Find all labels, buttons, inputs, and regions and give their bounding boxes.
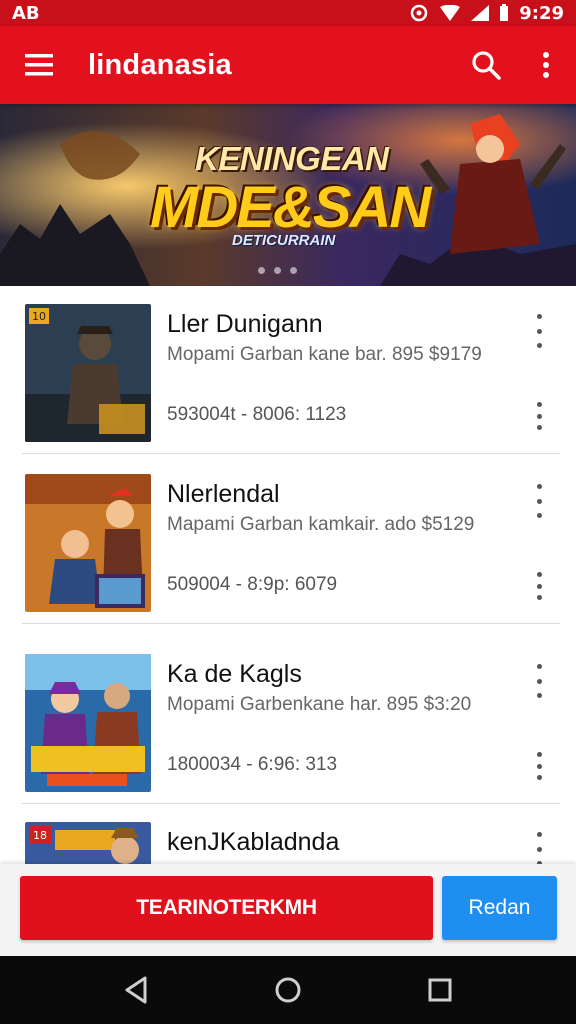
game-title: Ka de Kagls (167, 660, 302, 688)
game-thumbnail (25, 654, 151, 792)
list-item[interactable]: Ka de Kagls Mopami Garbenkane har. 895 $… (22, 636, 560, 804)
search-icon (472, 51, 501, 80)
menu-icon (25, 54, 53, 76)
clock-label: 9:29 (519, 2, 564, 24)
game-thumbnail: 18 (25, 822, 151, 864)
game-thumbnail (25, 474, 151, 612)
age-badge: 18 (33, 829, 47, 842)
app-title: lindanasia (88, 48, 232, 81)
game-description: Mapami Garban kamkair. ado $5129 (167, 514, 475, 535)
game-meta: 509004 - 8:9p: 6079 (167, 574, 338, 595)
wifi-icon (440, 5, 461, 21)
game-meta: 593004t - 8006: 1123 (167, 404, 347, 425)
game-list: 10 Ller Dunigann Mopami Garban kane bar.… (0, 286, 576, 864)
home-button[interactable] (258, 960, 318, 1020)
menu-button[interactable] (0, 26, 78, 104)
overflow-menu-button[interactable] (516, 26, 576, 104)
game-meta: 1800034 - 6:96: 313 (167, 754, 338, 775)
item-secondary-more-button[interactable] (528, 402, 550, 430)
back-icon (125, 976, 147, 1004)
item-more-button[interactable] (528, 314, 550, 348)
carousel-indicator (258, 267, 297, 274)
carousel-dot[interactable] (274, 267, 281, 274)
game-title: kenJKabladnda (167, 828, 340, 856)
status-bar: AB 9:29 (0, 0, 576, 26)
app-bar: lindanasia (0, 26, 576, 104)
carousel-dot[interactable] (290, 267, 297, 274)
primary-action-button[interactable]: TEARINOTERKMH (20, 876, 433, 940)
list-item[interactable]: Nlerlendal Mapami Garban kamkair. ado $5… (22, 456, 560, 624)
list-item[interactable]: 18 kenJKabladnda (22, 804, 560, 864)
item-more-button[interactable] (528, 664, 550, 698)
featured-banner[interactable]: KENINGEAN MDE&SAN DETICURRAIN (0, 104, 576, 286)
game-title: Nlerlendal (167, 480, 280, 508)
back-button[interactable] (106, 960, 166, 1020)
banner-headline-top: KENINGEAN (195, 140, 389, 177)
secondary-action-button[interactable]: Redan (442, 876, 557, 940)
game-title: Ller Dunigann (167, 310, 323, 338)
recents-button[interactable] (410, 960, 470, 1020)
recents-icon (428, 978, 452, 1002)
search-button[interactable] (456, 26, 516, 104)
banner-headline-main: MDE&SAN (150, 175, 431, 240)
home-icon (275, 977, 301, 1003)
game-description: Mopami Garban kane bar. 895 $9179 (167, 344, 482, 365)
banner-subtitle: DETICURRAIN (232, 232, 336, 249)
item-secondary-more-button[interactable] (528, 752, 550, 780)
battery-icon (500, 4, 509, 21)
carousel-dot[interactable] (258, 267, 265, 274)
list-item[interactable]: 10 Ller Dunigann Mopami Garban kane bar.… (22, 286, 560, 454)
status-icons: 9:29 (409, 3, 564, 24)
bottom-action-bar: TEARINOTERKMH Redan (0, 864, 576, 956)
signal-icon (471, 5, 490, 21)
carrier-label: AB (12, 2, 40, 24)
item-more-button[interactable] (528, 832, 550, 864)
more-vert-icon (543, 52, 549, 78)
age-badge: 10 (32, 310, 46, 323)
sync-icon (410, 4, 428, 22)
item-more-button[interactable] (528, 484, 550, 518)
game-description: Mopami Garbenkane har. 895 $3:20 (167, 694, 472, 715)
game-thumbnail: 10 (25, 304, 151, 442)
system-nav-bar (0, 956, 576, 1024)
item-secondary-more-button[interactable] (528, 572, 550, 600)
